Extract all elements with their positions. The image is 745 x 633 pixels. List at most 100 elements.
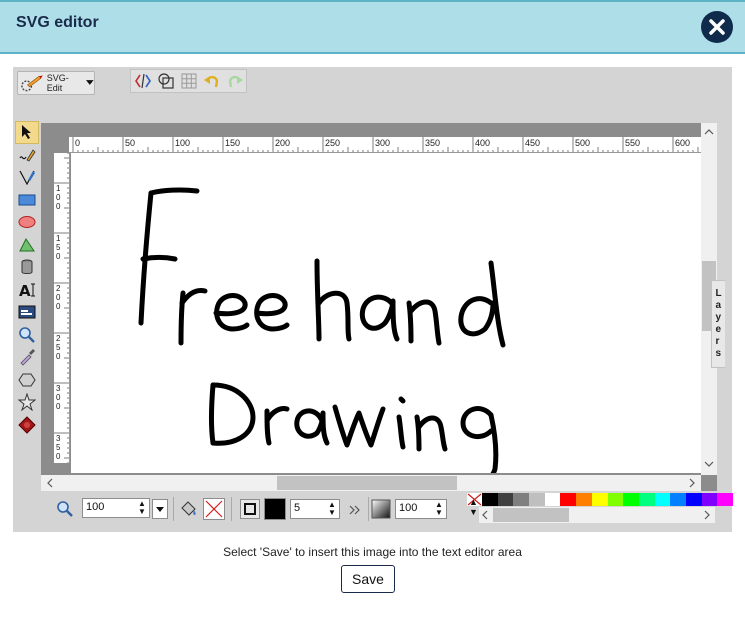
dialog-title: SVG editor [16, 14, 99, 31]
text-tool[interactable]: A [15, 279, 39, 302]
layers-label-char: e [715, 324, 721, 335]
zoom-stepper[interactable]: ▲ ▼ [137, 500, 147, 516]
ruler-label: 2 [56, 334, 61, 343]
chevron-right-icon [704, 510, 710, 520]
palette-swatch[interactable] [591, 493, 608, 506]
pen-tool[interactable] [15, 166, 39, 189]
freehand-drawing [138, 187, 506, 473]
ruler-label: 0 [56, 352, 61, 361]
wireframe-button[interactable] [154, 70, 177, 92]
palette-swatch[interactable] [529, 493, 545, 506]
palette-swatch[interactable] [654, 493, 671, 506]
drawing-canvas[interactable] [71, 153, 703, 473]
stroke-style-button[interactable] [240, 499, 260, 519]
star-tool[interactable] [15, 391, 39, 414]
star-icon [18, 393, 36, 412]
ruler-label: 2 [56, 284, 61, 293]
ruler-label: 0 [56, 293, 61, 302]
polygon-tool[interactable] [15, 369, 39, 392]
layers-label-char: s [715, 348, 721, 359]
opacity-input[interactable]: 100 ▲ ▼ [395, 499, 447, 519]
top-toolbar: SVG-Edit [13, 67, 732, 121]
shape-library-tool[interactable] [15, 414, 39, 437]
hexagon-icon [18, 373, 36, 387]
image-tool[interactable] [15, 301, 39, 324]
palette-swatch[interactable] [497, 493, 514, 506]
save-button[interactable]: Save [341, 565, 395, 593]
select-tool[interactable] [15, 121, 39, 144]
palette-swatch[interactable] [685, 493, 702, 506]
horizontal-scroll-thumb[interactable] [277, 476, 457, 490]
path-tool[interactable] [15, 234, 39, 257]
main-menu-label: SVG-Edit [46, 73, 69, 93]
ruler-label: 500 [575, 138, 590, 148]
palette-swatch[interactable] [513, 493, 530, 506]
ruler-label: 100 [175, 138, 190, 148]
pen-icon [19, 170, 35, 186]
zoom-dropdown[interactable] [152, 499, 168, 519]
palette-scroll-thumb[interactable] [493, 508, 569, 522]
zoom-value: 100 [86, 501, 105, 513]
redo-button[interactable] [223, 70, 246, 92]
palette-swatch[interactable] [482, 493, 498, 506]
zoom-tool[interactable] [15, 324, 39, 347]
ruler-label: 0 [56, 452, 61, 461]
freehand-tool[interactable] [15, 144, 39, 167]
ruler-label: 0 [56, 193, 61, 202]
layers-panel-toggle[interactable]: Layers [711, 280, 725, 368]
source-button[interactable] [131, 70, 154, 92]
edit-toolbar [130, 69, 247, 93]
undo-button[interactable] [200, 70, 223, 92]
ruler-label: 5 [56, 243, 61, 252]
palette-swatch[interactable] [560, 493, 577, 506]
database-icon [21, 259, 33, 275]
pencil-icon [19, 149, 36, 162]
ruler-label: 3 [56, 434, 61, 443]
ruler-label: 0 [56, 302, 61, 311]
palette-swatch[interactable] [638, 493, 655, 506]
chevron-down-icon [86, 80, 94, 85]
grid-button[interactable] [177, 70, 200, 92]
palette-swatch[interactable] [607, 493, 624, 506]
rectangle-icon [18, 194, 36, 206]
palette-swatch[interactable] [701, 493, 718, 506]
close-icon [709, 19, 725, 35]
ruler-horizontal: 0 50 100 150 200 250 300 350 400 450 500 550 600 [69, 137, 701, 153]
ruler-label: 550 [625, 138, 640, 148]
ruler-label: 0 [56, 252, 61, 261]
fill-color-swatch[interactable] [203, 498, 225, 520]
horizontal-scrollbar[interactable] [41, 475, 701, 491]
palette-swatch[interactable] [623, 493, 639, 506]
stroke-width-value: 5 [294, 502, 301, 514]
layers-label-char: y [715, 312, 721, 323]
ellipse-tool[interactable] [15, 211, 39, 234]
zoom-input[interactable]: 100 ▲ ▼ [82, 498, 150, 518]
chevron-right-icon [689, 478, 695, 488]
close-button[interactable] [701, 11, 733, 43]
save-hint-text: Select 'Save' to insert this image into … [223, 545, 522, 559]
palette-swatch[interactable] [670, 493, 686, 506]
stroke-width-stepper[interactable]: ▲ ▼ [327, 501, 337, 517]
dialog-header: SVG editor [0, 0, 745, 54]
undo-icon [203, 75, 218, 88]
eyedropper-tool[interactable] [15, 346, 39, 369]
palette-left-arrow[interactable]: ▲ ▼ [469, 497, 478, 517]
chevron-down-icon [704, 461, 714, 467]
image-library-tool[interactable] [15, 256, 39, 279]
ruler-corner [41, 123, 61, 139]
ruler-label: 1 [56, 234, 61, 243]
palette-swatch[interactable] [544, 493, 561, 506]
chevron-up-icon [704, 129, 714, 135]
opacity-stepper[interactable]: ▲ ▼ [434, 501, 444, 517]
ruler-label: 200 [275, 138, 290, 148]
layers-label: Layers [715, 288, 721, 360]
rectangle-tool[interactable] [15, 189, 39, 212]
palette-swatch[interactable] [717, 493, 733, 506]
palette-swatch[interactable] [576, 493, 592, 506]
stroke-color-swatch[interactable] [264, 498, 286, 520]
main-menu-button[interactable]: SVG-Edit [17, 71, 95, 95]
stroke-width-input[interactable]: 5 ▲ ▼ [290, 499, 340, 519]
palette-scroll-track[interactable] [479, 507, 715, 523]
no-color-icon [205, 500, 223, 518]
ruler-label: 150 [225, 138, 240, 148]
